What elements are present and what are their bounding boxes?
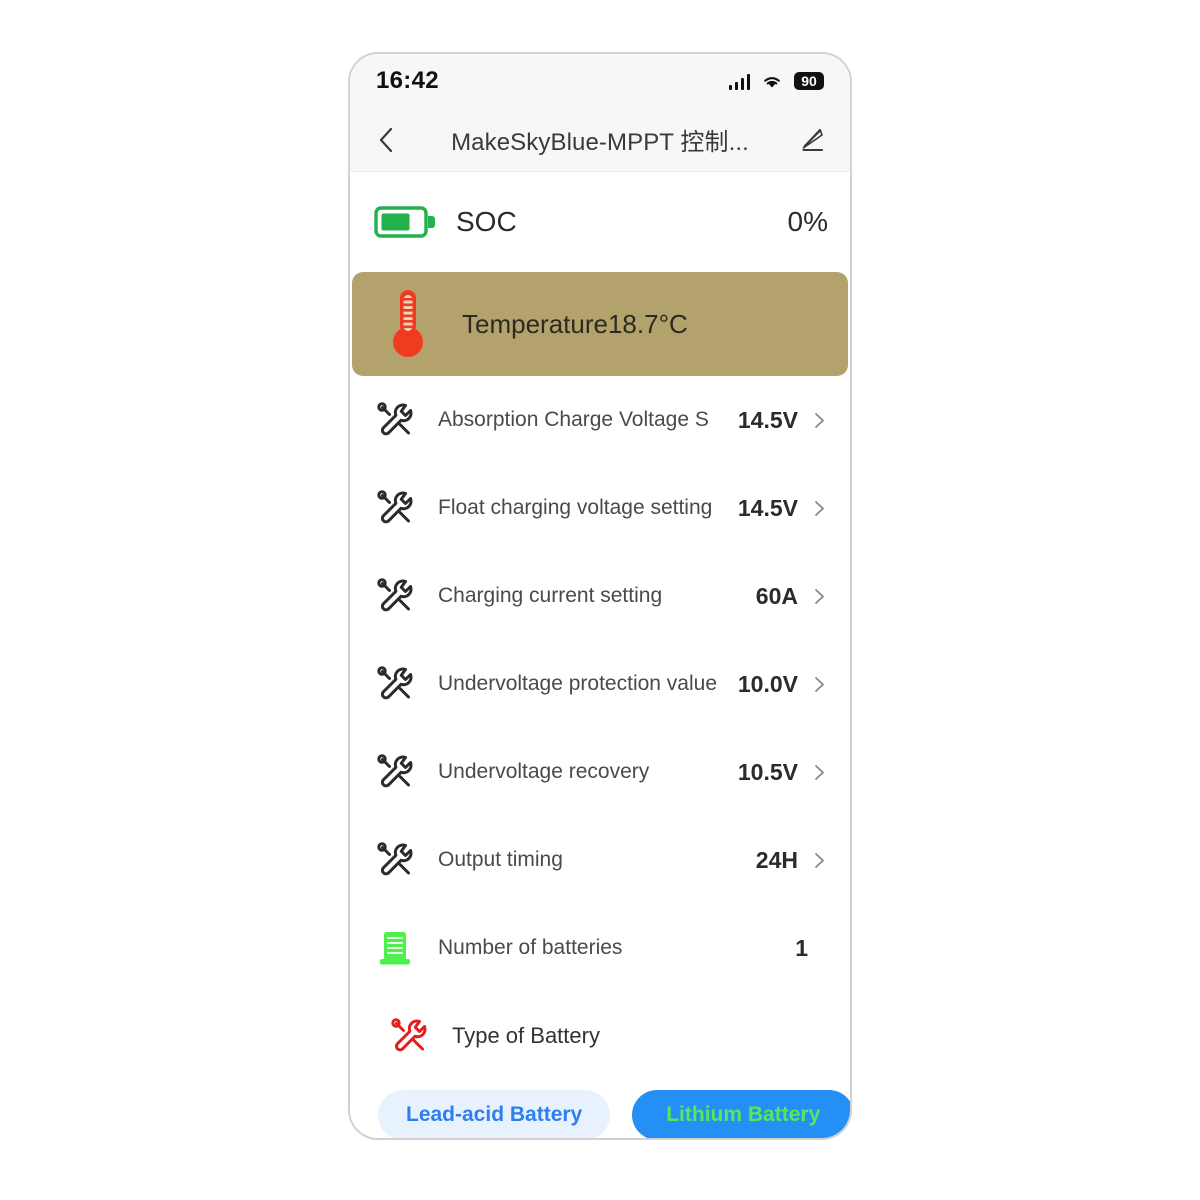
setting-value: 24H	[755, 846, 798, 873]
soc-row[interactable]: SOC 0%	[350, 172, 850, 272]
soc-label: SOC	[456, 206, 517, 237]
lead-acid-battery-button[interactable]: Lead-acid Battery	[378, 1090, 611, 1138]
tools-icon	[377, 402, 413, 436]
setting-row-output-timing[interactable]: Output timing 24H	[350, 816, 850, 904]
setting-label: Charging current setting	[438, 584, 663, 607]
chevron-right-icon	[815, 764, 824, 780]
battery-icon	[374, 206, 435, 238]
temperature-label: Temperature	[462, 308, 608, 339]
temperature-row[interactable]: Temperature 18.7°C	[352, 272, 848, 376]
setting-row-float-charging-voltage[interactable]: Float charging voltage setting 14.5V	[350, 464, 850, 552]
tools-icon	[377, 842, 413, 876]
pencil-edit-icon[interactable]	[800, 127, 826, 153]
signal-bars-icon	[728, 73, 750, 90]
chevron-right-icon	[815, 412, 824, 428]
chevron-right-icon	[815, 588, 824, 604]
setting-row-charging-current[interactable]: Charging current setting 60A	[350, 552, 850, 640]
battery-count-row[interactable]: Number of batteries 1	[350, 904, 850, 992]
battery-level-badge: 90	[794, 71, 824, 91]
lithium-battery-button[interactable]: Lithium Battery	[632, 1090, 850, 1138]
battery-stack-icon	[380, 932, 410, 965]
setting-label: Absorption Charge Voltage S	[438, 408, 709, 431]
battery-type-options: Lead-acid Battery Lithium Battery	[350, 1080, 850, 1138]
screenshot-canvas: 16:42 90 MakeSkyBlue-MPPT 控制... SOC 0% T…	[0, 0, 1200, 1200]
setting-value: 60A	[755, 582, 798, 609]
battery-type-label: Type of Battery	[452, 1023, 600, 1048]
temperature-value: 18.7°C	[607, 308, 688, 339]
app-header: MakeSkyBlue-MPPT 控制...	[350, 108, 850, 172]
back-chevron-icon[interactable]	[374, 125, 398, 155]
status-bar: 16:42 90	[350, 54, 850, 108]
setting-label: Undervoltage protection value	[438, 672, 718, 695]
wifi-icon	[764, 76, 780, 88]
phone-frame: 16:42 90 MakeSkyBlue-MPPT 控制... SOC 0% T…	[348, 52, 852, 1140]
status-bar-time: 16:42	[376, 67, 439, 94]
tools-icon-red	[391, 1018, 427, 1052]
setting-row-undervoltage-recovery[interactable]: Undervoltage recovery 10.5V	[350, 728, 850, 816]
tools-icon	[377, 490, 413, 524]
status-bar-indicators: 90	[728, 71, 824, 91]
setting-label: Float charging voltage setting	[438, 496, 713, 519]
setting-row-absorption-charge-voltage[interactable]: Absorption Charge Voltage S 14.5V	[350, 376, 850, 464]
chevron-right-icon	[815, 500, 824, 516]
setting-value: 14.5V	[737, 494, 798, 521]
battery-type-row: Type of Battery	[350, 992, 850, 1080]
setting-value: 10.5V	[737, 758, 798, 785]
tools-icon	[377, 578, 413, 612]
tools-icon	[377, 666, 413, 700]
setting-value: 10.0V	[737, 670, 798, 697]
page-title: MakeSkyBlue-MPPT 控制...	[451, 129, 749, 156]
setting-label: Output timing	[438, 848, 563, 871]
thermometer-icon	[393, 290, 423, 357]
setting-value: 14.5V	[737, 406, 798, 433]
temperature-row-wrapper: Temperature 18.7°C	[350, 272, 850, 376]
settings-list: SOC 0% Temperature 18.7°C Absorption Cha…	[350, 172, 850, 1080]
chevron-right-icon	[815, 852, 824, 868]
tools-icon	[377, 754, 413, 788]
battery-count-value: 1	[795, 934, 808, 961]
setting-row-undervoltage-protection[interactable]: Undervoltage protection value 10.0V	[350, 640, 850, 728]
setting-label: Undervoltage recovery	[438, 760, 650, 783]
battery-count-label: Number of batteries	[438, 936, 623, 959]
chevron-right-icon	[815, 676, 824, 692]
soc-value: 0%	[787, 206, 828, 237]
